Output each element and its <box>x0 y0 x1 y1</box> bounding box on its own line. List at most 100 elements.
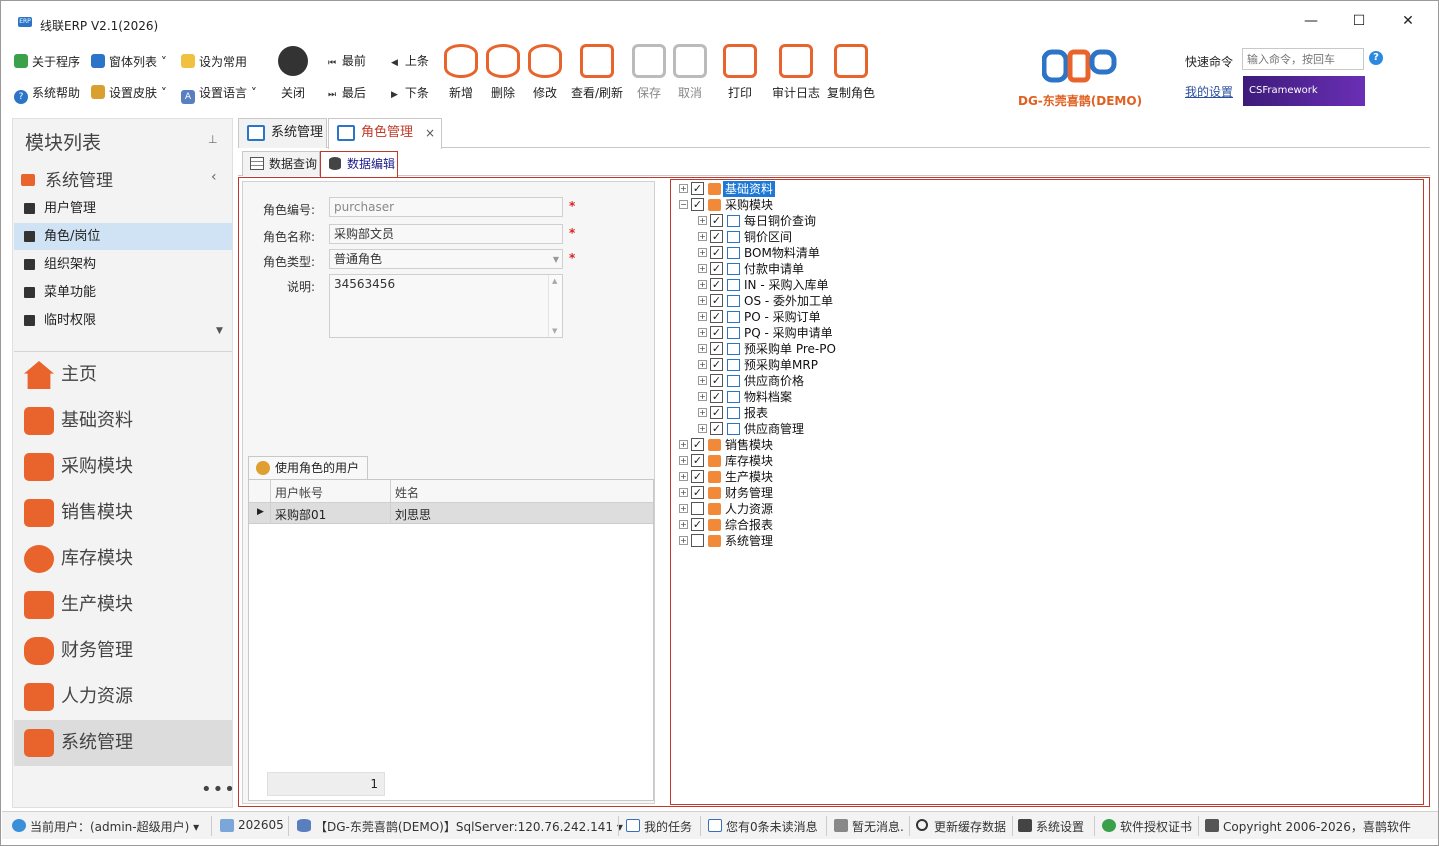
status-tasks[interactable]: 我的任务 <box>624 818 692 835</box>
tree-checkbox[interactable]: ✓ <box>710 358 723 371</box>
status-notice[interactable]: 暂无消息. <box>832 818 904 835</box>
expand-icon[interactable]: + <box>698 248 707 257</box>
tree-checkbox[interactable] <box>691 534 704 547</box>
expand-icon[interactable]: + <box>698 280 707 289</box>
module-finance[interactable]: 财务管理 <box>14 628 232 674</box>
role-code-field[interactable]: purchaser <box>329 197 563 217</box>
tree-checkbox[interactable]: ✓ <box>710 262 723 275</box>
windows-list-button[interactable]: 窗体列表 ˅ <box>91 52 167 72</box>
tree-checkbox[interactable]: ✓ <box>710 278 723 291</box>
minimize-button[interactable]: — <box>1297 10 1325 32</box>
my-settings-link[interactable]: 我的设置 <box>1185 83 1233 100</box>
description-textarea[interactable]: 34563456 ▲ ▼ <box>329 274 563 338</box>
scroll-up-icon[interactable]: ▲ <box>552 277 557 285</box>
system-settings-button[interactable]: 系统设置 <box>1016 818 1084 835</box>
skin-button[interactable]: 设置皮肤 ˅ <box>91 83 167 103</box>
column-header-name[interactable]: 姓名 <box>395 484 419 501</box>
table-row[interactable]: ▶ 采购部01 刘思思 <box>249 503 653 524</box>
module-system[interactable]: 系统管理 <box>14 720 232 766</box>
tree-checkbox[interactable]: ✓ <box>710 294 723 307</box>
expand-icon[interactable]: + <box>679 472 688 481</box>
collapse-icon[interactable]: − <box>679 200 688 209</box>
tree-checkbox[interactable]: ✓ <box>691 182 704 195</box>
license-button[interactable]: 软件授权证书 <box>1100 818 1192 835</box>
maximize-button[interactable]: ☐ <box>1345 10 1373 32</box>
tree-checkbox[interactable]: ✓ <box>710 230 723 243</box>
prev-record-button[interactable]: ◀ 上条 <box>391 52 429 70</box>
expand-icon[interactable]: + <box>698 408 707 417</box>
role-type-select[interactable]: 普通角色 ▼ <box>329 249 563 269</box>
textarea-scrollbar[interactable]: ▲ ▼ <box>548 275 562 337</box>
module-production[interactable]: 生产模块 <box>14 582 232 628</box>
module-hr[interactable]: 人力资源 <box>14 674 232 720</box>
sidebar-item-org[interactable]: 组织架构 <box>14 251 232 278</box>
tree-checkbox[interactable]: ✓ <box>691 438 704 451</box>
expand-icon[interactable]: + <box>679 488 688 497</box>
dropdown-arrow-icon[interactable]: ▼ <box>553 252 559 268</box>
sidebar-section-system[interactable]: 系统管理 <box>21 166 113 191</box>
expand-icon[interactable]: + <box>679 440 688 449</box>
module-basic-data[interactable]: 基础资料 <box>14 398 232 444</box>
status-current-user[interactable]: 当前用户：(admin-超级用户) ▾ <box>10 818 199 835</box>
copy-role-button[interactable]: 复制角色 <box>826 44 876 106</box>
expand-icon[interactable]: + <box>698 216 707 225</box>
expand-icon[interactable]: + <box>698 296 707 305</box>
tree-checkbox[interactable]: ✓ <box>691 486 704 499</box>
expand-icon[interactable]: + <box>698 232 707 241</box>
print-button[interactable]: 打印 <box>715 44 765 106</box>
tree-checkbox[interactable]: ✓ <box>710 406 723 419</box>
quick-command-input[interactable] <box>1242 48 1364 70</box>
help-button[interactable]: ? 系统帮助 <box>14 83 80 104</box>
last-record-button[interactable]: ⏭ 最后 <box>328 84 366 102</box>
scroll-down-icon[interactable]: ▼ <box>552 327 557 335</box>
expand-icon[interactable]: + <box>679 504 688 513</box>
expand-icon[interactable]: + <box>679 456 688 465</box>
sidebar-item-roles[interactable]: 角色/岗位 <box>14 223 232 250</box>
tree-checkbox[interactable]: ✓ <box>710 326 723 339</box>
module-purchase[interactable]: 采购模块 <box>14 444 232 490</box>
module-home[interactable]: 主页 <box>14 352 232 398</box>
expand-icon[interactable]: + <box>679 536 688 545</box>
role-name-field[interactable]: 采购部文员 <box>329 224 563 244</box>
expand-icon[interactable]: + <box>698 312 707 321</box>
tab-system-mgmt[interactable]: 系统管理 <box>238 118 327 148</box>
next-record-button[interactable]: ▶ 下条 <box>391 84 429 102</box>
sidebar-item-menu[interactable]: 菜单功能 <box>14 279 232 306</box>
sidebar-item-user-mgmt[interactable]: 用户管理 <box>14 195 232 222</box>
tree-checkbox[interactable]: ✓ <box>710 310 723 323</box>
column-header-account[interactable]: 用户帐号 <box>275 484 323 501</box>
tree-checkbox[interactable] <box>691 502 704 515</box>
audit-log-button[interactable]: 审计日志 <box>771 44 821 106</box>
scroll-down-icon[interactable]: ▼ <box>216 326 223 336</box>
set-common-button[interactable]: 设为常用 <box>181 52 247 72</box>
status-period[interactable]: 202605 <box>218 818 284 832</box>
close-window-button[interactable]: ✕ <box>1394 10 1422 32</box>
expand-icon[interactable]: + <box>698 328 707 337</box>
pin-icon[interactable]: ⊥ <box>208 133 218 146</box>
expand-icon[interactable]: + <box>698 264 707 273</box>
tree-checkbox[interactable]: ✓ <box>691 518 704 531</box>
module-sales[interactable]: 销售模块 <box>14 490 232 536</box>
refresh-cache-button[interactable]: 更新缓存数据 <box>914 818 1006 835</box>
help-icon[interactable]: ? <box>1369 51 1383 65</box>
tree-checkbox[interactable]: ✓ <box>691 198 704 211</box>
expand-icon[interactable]: + <box>679 184 688 193</box>
status-database[interactable]: 【DG-东莞喜鹊(DEMO)】SqlServer:120.76.242.141 … <box>295 818 623 835</box>
close-tab-icon[interactable]: × <box>425 119 435 147</box>
expand-icon[interactable]: + <box>698 424 707 433</box>
about-button[interactable]: 关于程序 <box>14 52 80 72</box>
status-messages[interactable]: 您有0条未读消息 <box>706 818 818 835</box>
expand-icon[interactable]: + <box>698 376 707 385</box>
collapse-chevron-icon[interactable]: ‹ <box>211 169 217 185</box>
module-inventory[interactable]: 库存模块 <box>14 536 232 582</box>
tree-checkbox[interactable]: ✓ <box>710 246 723 259</box>
close-button[interactable]: 关闭 <box>268 44 318 106</box>
expand-icon[interactable]: + <box>698 392 707 401</box>
tree-checkbox[interactable]: ✓ <box>691 470 704 483</box>
first-record-button[interactable]: ⏮ 最前 <box>328 52 366 70</box>
expand-icon[interactable]: + <box>698 344 707 353</box>
tab-data-query[interactable]: 数据查询 <box>242 151 320 176</box>
tree-checkbox[interactable]: ✓ <box>710 390 723 403</box>
tab-role-mgmt[interactable]: 角色管理 × <box>328 118 442 149</box>
tree-checkbox[interactable]: ✓ <box>710 374 723 387</box>
